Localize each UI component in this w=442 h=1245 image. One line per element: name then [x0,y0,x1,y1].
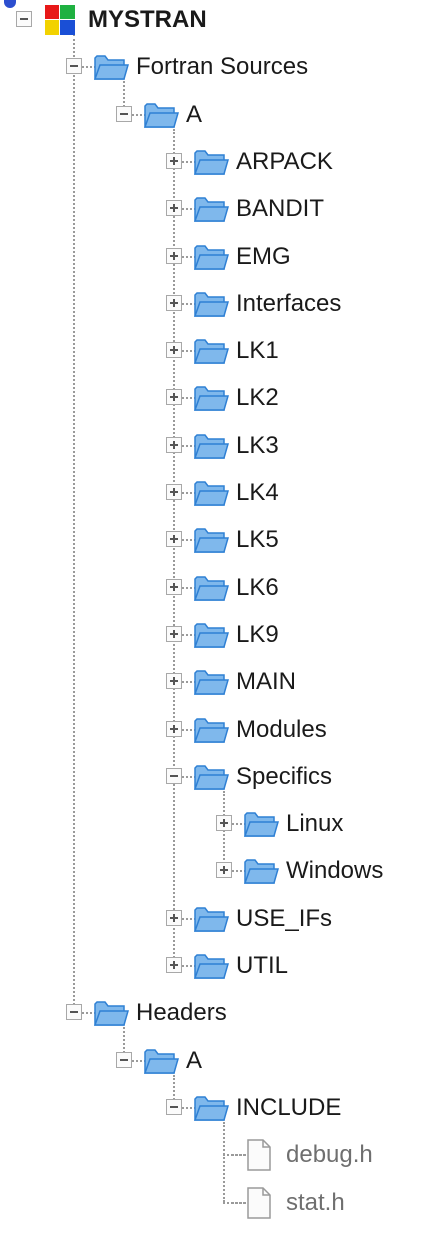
expand-toggle-icon[interactable] [166,673,182,690]
tree-node-label: Interfaces [236,289,342,317]
tree-node-label: ARPACK [236,147,333,175]
folder-icon [243,809,279,844]
folder-icon [193,1093,229,1128]
folder-icon [193,478,229,513]
tree-connector [223,1201,245,1204]
tree-connector [73,34,75,1014]
file-icon [243,1186,275,1224]
tree-node-label: LK9 [236,620,279,648]
mystran-app-icon [45,5,75,40]
folder-icon [193,667,229,702]
folder-icon [193,620,229,655]
folder-icon [193,194,229,229]
tree-node-label: LK4 [236,479,279,506]
expand-toggle-icon[interactable] [166,247,182,264]
folder-icon [193,336,229,371]
expand-toggle-icon[interactable] [166,957,182,973]
folder-icon [143,100,179,135]
project-tree: MYSTRAN Fortran Sources A ARPACK BANDIT EMG In… [0,0,442,1245]
expand-toggle-icon[interactable] [166,909,182,926]
expand-toggle-icon[interactable] [166,625,182,642]
tree-node-label: A [186,1046,203,1074]
expand-toggle-icon[interactable] [166,484,182,500]
tree-node-label: INCLUDE [236,1093,342,1121]
tree-connector [223,1154,245,1157]
top-scroll-indicator [4,0,16,8]
folder-icon [193,762,229,797]
tree-node-label: Windows [286,857,384,885]
tree-connector [223,1121,225,1203]
collapse-toggle-icon[interactable] [166,1098,182,1115]
tree-node-label: Specifics [236,762,333,790]
folder-icon [193,573,229,608]
tree-node-label: Fortran Sources [136,53,309,81]
folder-icon [93,52,129,87]
collapse-toggle-icon[interactable] [116,105,132,122]
tree-node-label: MAIN [236,668,296,696]
tree-node-label: LK5 [236,526,279,554]
tree-node-label: UTIL [236,952,289,979]
folder-icon [193,904,229,939]
tree-node-label: stat.h [286,1188,345,1216]
tree-node-label: debug.h [286,1141,373,1169]
tree-node-label: BANDIT [236,195,325,223]
folder-icon [193,147,229,182]
folder-icon [143,1046,179,1081]
expand-toggle-icon[interactable] [216,862,232,879]
expand-toggle-icon[interactable] [166,578,182,595]
folder-icon [193,289,229,324]
expand-toggle-icon[interactable] [166,342,182,359]
file-icon [243,1139,275,1176]
collapse-toggle-icon[interactable] [16,11,32,27]
tree-node-label: LK1 [236,337,279,365]
collapse-toggle-icon[interactable] [116,1051,132,1068]
tree-node-label: EMG [236,242,291,270]
expand-toggle-icon[interactable] [166,200,182,217]
folder-icon [193,951,229,986]
collapse-toggle-icon[interactable] [66,58,82,75]
expand-toggle-icon[interactable] [166,389,182,406]
expand-toggle-icon[interactable] [166,720,182,737]
expand-toggle-icon[interactable] [166,436,182,453]
tree-node-label: LK2 [236,384,279,412]
expand-toggle-icon[interactable] [166,531,182,548]
tree-node-label: USE_IFs [236,904,333,932]
tree-node-label: LK3 [236,431,279,459]
expand-toggle-icon[interactable] [166,294,182,311]
tree-node-label: A [186,100,203,128]
folder-icon [243,856,279,891]
expand-toggle-icon[interactable] [216,815,232,832]
tree-node-label: Linux [286,810,344,838]
folder-icon [193,715,229,750]
folder-icon [193,242,229,277]
folder-icon [193,431,229,466]
tree-node-label: Headers [136,999,227,1027]
collapse-toggle-icon[interactable] [66,1004,82,1021]
folder-icon [193,383,229,418]
tree-node-label: MYSTRAN [88,6,207,33]
tree-node-label: LK6 [236,573,279,601]
expand-toggle-icon[interactable] [166,152,182,169]
collapse-toggle-icon[interactable] [166,767,182,784]
tree-node-label: Modules [236,715,327,743]
tree-connector [223,790,225,872]
folder-icon [93,998,129,1033]
folder-icon [193,525,229,560]
